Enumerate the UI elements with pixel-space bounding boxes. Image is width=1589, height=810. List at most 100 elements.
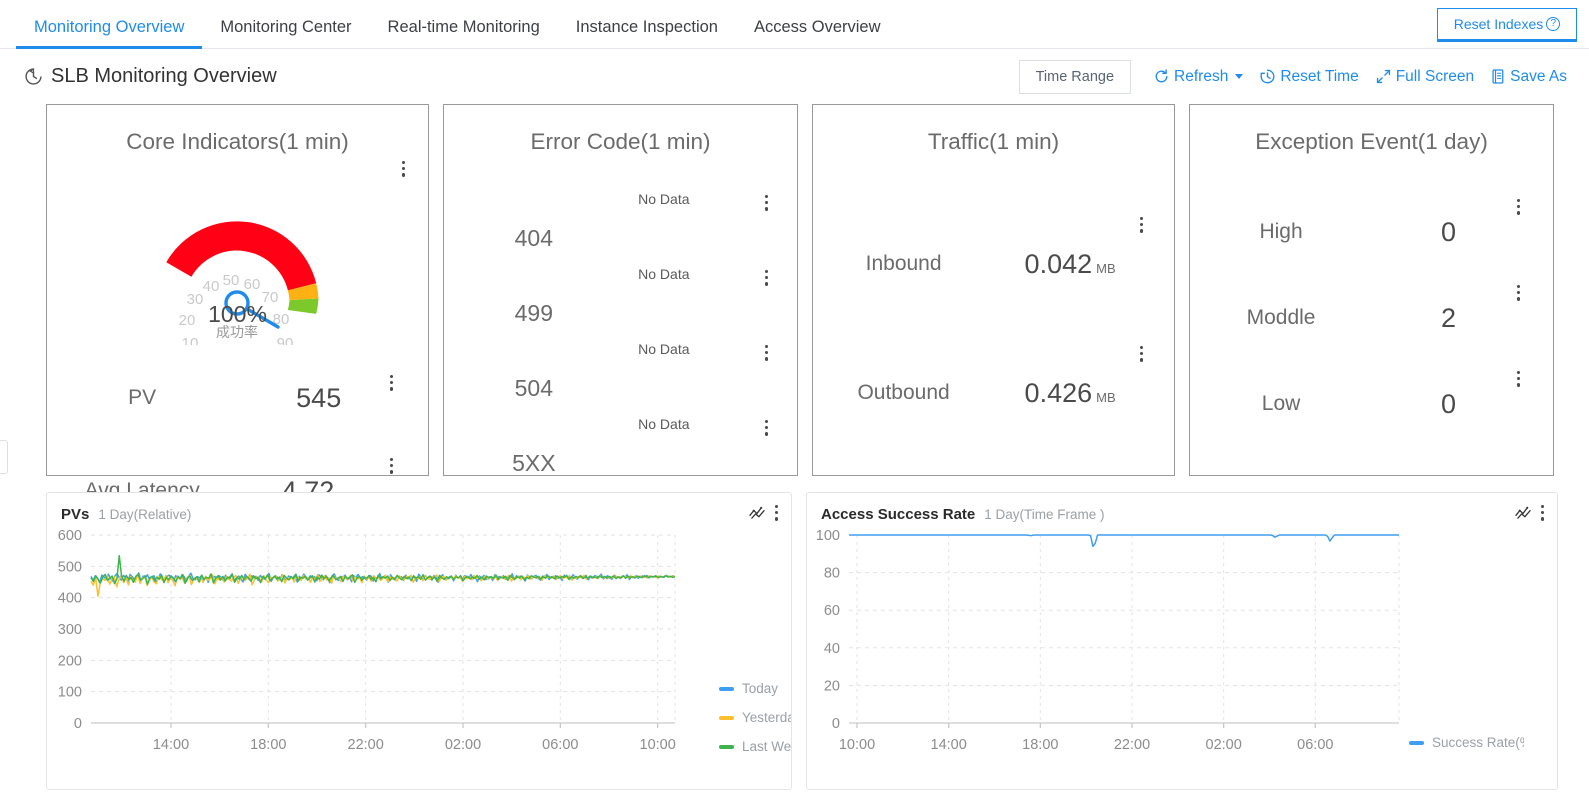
- metric-number: 0.426: [1024, 378, 1093, 408]
- reset-indexes-button[interactable]: Reset Indexes ?: [1437, 8, 1577, 42]
- metric-number: 0: [1441, 217, 1457, 247]
- card-menu-outbound[interactable]: [1140, 346, 1144, 362]
- metric-value: 0: [1358, 217, 1539, 248]
- clock-history-icon: [24, 67, 43, 86]
- tab-label: Monitoring Overview: [34, 17, 185, 36]
- full-screen-label: Full Screen: [1395, 67, 1475, 85]
- chart-title: PVs: [61, 506, 90, 523]
- legend-label: Yesterday: [742, 710, 791, 725]
- metric-unit: MB: [1096, 390, 1116, 405]
- chart-tools: [1515, 505, 1545, 521]
- x-axis-tick: 02:00: [1206, 737, 1242, 753]
- card-core-indicators: Core Indicators(1 min) 0 10 20: [46, 104, 429, 506]
- line-chart-icon[interactable]: [1515, 505, 1532, 520]
- legend-swatch: [719, 744, 734, 749]
- save-as-button[interactable]: Save As: [1482, 64, 1575, 90]
- full-screen-button[interactable]: Full Screen: [1367, 64, 1482, 90]
- legend-label: Last Week: [742, 739, 792, 754]
- question-mark-circle-icon[interactable]: ?: [1546, 17, 1561, 31]
- sidebar-drawer-handle[interactable]: [0, 440, 8, 474]
- legend-item-success-rate[interactable]: Success Rate(%): [1409, 735, 1524, 750]
- more-vertical-icon[interactable]: [1541, 505, 1545, 521]
- card-menu-moddle[interactable]: [1517, 285, 1521, 301]
- tab-real-time-monitoring[interactable]: Real-time Monitoring: [370, 18, 558, 49]
- error-code-label: 504: [514, 375, 554, 401]
- kpi-card-row: Core Indicators(1 min) 0 10 20: [0, 104, 1589, 506]
- card-exception-event: Exception Event(1 day) High 0 Moddle 2 L…: [1189, 104, 1554, 476]
- gauge-tick-50: 50: [223, 272, 240, 289]
- time-range-button[interactable]: Time Range: [1018, 59, 1132, 94]
- card-menu-inbound[interactable]: [1140, 217, 1144, 233]
- y-axis-tick: 40: [824, 641, 840, 657]
- refresh-icon: [1153, 68, 1170, 85]
- card-error-code: Error Code(1 min) 404 No Data 499 No Dat…: [443, 104, 798, 476]
- metric-label: Outbound: [857, 381, 950, 405]
- reset-indexes-label: Reset Indexes: [1453, 16, 1544, 32]
- y-axis-tick: 0: [832, 716, 840, 732]
- chart-legend-pvs: Today Yesterday Last Week: [719, 681, 792, 754]
- metric-value: 0: [1358, 389, 1539, 420]
- x-axis-tick: 10:00: [640, 737, 676, 753]
- gauge-tick-90: 90: [277, 335, 294, 345]
- metric-number: 0.042: [1024, 249, 1093, 279]
- error-row-504: 504 No Data: [444, 331, 797, 406]
- tab-monitoring-center[interactable]: Monitoring Center: [202, 18, 369, 49]
- x-axis-tick: 10:00: [839, 737, 875, 753]
- metric-number: 0: [1441, 389, 1457, 419]
- metric-row-pv: PV 545: [47, 375, 428, 414]
- card-menu-504[interactable]: [765, 345, 769, 361]
- refresh-button[interactable]: Refresh: [1145, 64, 1251, 90]
- x-axis-tick: 22:00: [1114, 737, 1150, 753]
- save-as-label: Save As: [1510, 67, 1567, 85]
- line-chart-icon[interactable]: [749, 505, 766, 520]
- reset-time-button[interactable]: Reset Time: [1251, 64, 1366, 90]
- card-title: Exception Event(1 day): [1255, 129, 1488, 154]
- legend-item-last-week[interactable]: Last Week: [719, 739, 792, 754]
- x-axis-tick: 18:00: [250, 737, 286, 753]
- card-menu-low[interactable]: [1517, 371, 1521, 387]
- tab-instance-inspection[interactable]: Instance Inspection: [558, 18, 736, 49]
- legend-item-today[interactable]: Today: [719, 681, 791, 696]
- card-menu-5xx[interactable]: [765, 420, 769, 436]
- legend-item-yesterday[interactable]: Yesterday: [719, 710, 791, 725]
- metric-label: PV: [128, 386, 157, 410]
- y-axis-tick: 20: [824, 678, 840, 694]
- tab-access-overview[interactable]: Access Overview: [736, 17, 899, 49]
- chart-title: Access Success Rate: [821, 506, 976, 523]
- metric-label: Inbound: [865, 252, 942, 276]
- card-title: Core Indicators(1 min): [126, 129, 349, 154]
- card-menu-404[interactable]: [765, 195, 769, 211]
- card-menu-499[interactable]: [765, 270, 769, 286]
- x-axis-tick: 14:00: [931, 737, 967, 753]
- card-menu-pv[interactable]: [390, 375, 394, 391]
- error-value: No Data: [638, 341, 690, 357]
- chevron-down-icon[interactable]: [1235, 74, 1244, 79]
- card-menu-avg-latency[interactable]: [390, 458, 394, 474]
- error-row-499: 499 No Data: [444, 256, 797, 331]
- tab-monitoring-overview[interactable]: Monitoring Overview: [16, 17, 203, 49]
- more-vertical-icon[interactable]: [775, 505, 779, 521]
- card-traffic: Traffic(1 min) Inbound 0.042 MB Outbound …: [812, 104, 1175, 476]
- error-value: No Data: [638, 191, 690, 207]
- card-menu-high[interactable]: [1517, 199, 1521, 215]
- main-tab-bar: Monitoring Overview Monitoring Center Re…: [0, 0, 1589, 49]
- legend-label: Today: [742, 681, 779, 696]
- y-axis-tick: 0: [74, 716, 82, 732]
- chart-plot-access-success-rate: 0 20 40 60 80 100 10:00 14:00 18:00 22:00 02:00 06:…: [807, 523, 1557, 775]
- page-title: SLB Monitoring Overview: [24, 65, 277, 88]
- tab-label: Access Overview: [753, 17, 881, 36]
- error-code-label: 404: [514, 225, 554, 251]
- metric-row-inbound: Inbound 0.042 MB: [813, 217, 1174, 280]
- metric-value: 2: [1358, 303, 1539, 334]
- time-range-label: Time Range: [1035, 68, 1115, 85]
- chart-card-row: PVs 1 Day(Relative) 0 100 200 300 400 500 600 1…: [0, 476, 1589, 790]
- gauge-tick-60: 60: [244, 276, 261, 293]
- legend-swatch: [719, 715, 734, 720]
- legend-swatch: [719, 686, 734, 691]
- y-axis-tick: 300: [58, 622, 82, 638]
- x-axis-tick: 06:00: [542, 737, 578, 753]
- card-title: Traffic(1 min): [927, 129, 1060, 154]
- metric-value: 545: [223, 383, 414, 414]
- metric-row-high: High 0: [1190, 199, 1553, 248]
- chart-subtitle: 1 Day(Relative): [98, 507, 192, 522]
